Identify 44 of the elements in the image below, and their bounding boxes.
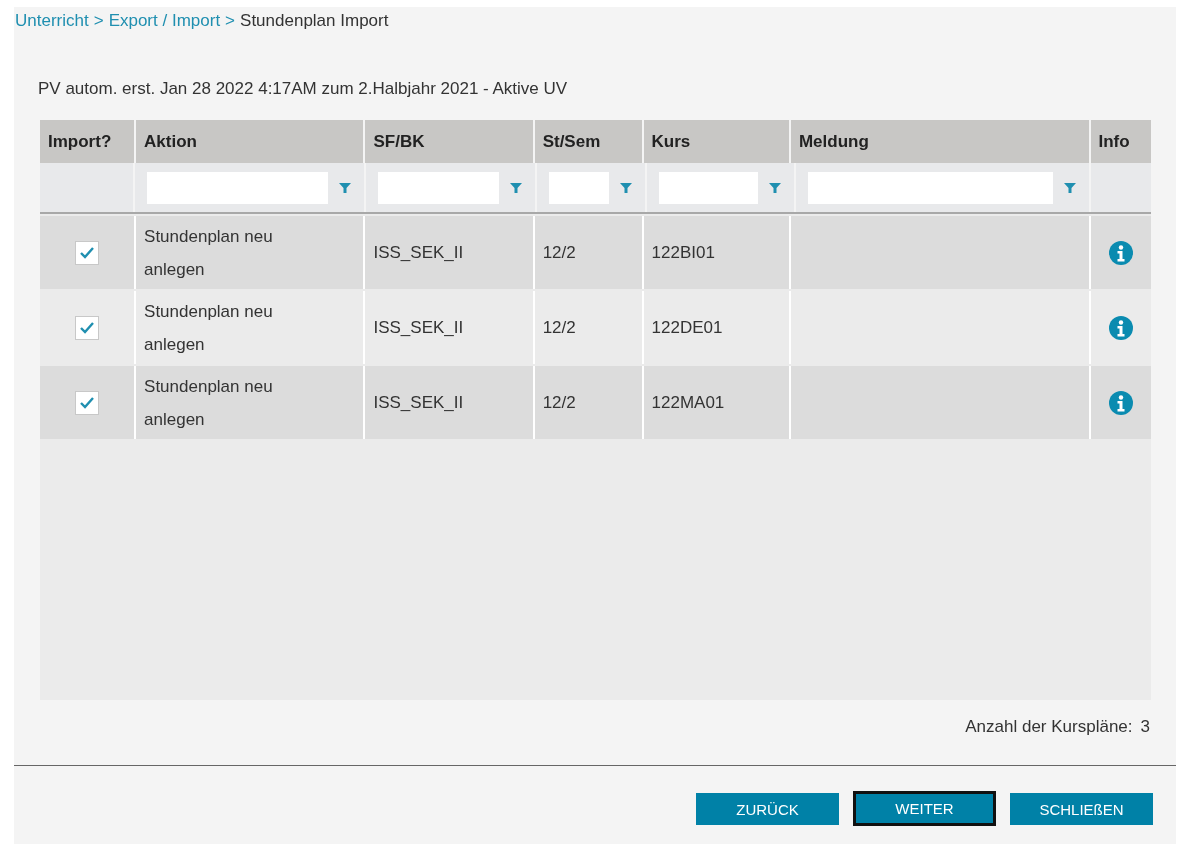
column-header: Kurs — [643, 120, 789, 163]
table-cell: ISS_SEK_II — [365, 366, 533, 439]
checkmark-icon — [79, 395, 95, 410]
table-cell: 122MA01 — [643, 366, 789, 439]
import-description: PV autom. erst. Jan 28 2022 4:17AM zum 2.Halbjahr 2021 - Aktive UV — [38, 79, 569, 99]
column-header: Import? — [40, 120, 135, 163]
table-cell: ISS_SEK_II — [365, 291, 533, 364]
table-cell: 122DE01 — [643, 291, 789, 364]
breadcrumb-link[interactable]: Unterricht — [15, 11, 89, 31]
breadcrumb-link[interactable]: Export / Import — [108, 11, 221, 31]
filter-icon[interactable] — [1063, 180, 1078, 195]
filter-icon[interactable] — [337, 180, 352, 195]
table-cell: 12/2 — [534, 366, 642, 439]
count-value: 3 — [1140, 717, 1150, 737]
checkbox[interactable] — [75, 240, 99, 265]
column-header: St/Sem — [534, 120, 642, 163]
action-button[interactable]: SCHLIEßEN — [1010, 793, 1153, 825]
checkmark-icon — [79, 320, 95, 335]
info-icon[interactable] — [1107, 314, 1134, 341]
action-button[interactable]: ZURÜCK — [696, 793, 839, 825]
filter-icon[interactable] — [618, 180, 633, 195]
column-header: Aktion — [136, 120, 364, 163]
table-cell-text: Stundenplan neu anlegen — [144, 375, 274, 431]
filter-icon[interactable] — [508, 180, 523, 195]
table-cell: 122BI01 — [643, 216, 789, 289]
breadcrumb-separator: > — [225, 11, 236, 31]
breadcrumb-separator: > — [93, 11, 104, 31]
count-label: Anzahl der Kurspläne: — [965, 717, 1133, 737]
checkbox[interactable] — [75, 315, 99, 340]
breadcrumb-current: Stundenplan Import — [240, 11, 389, 31]
info-icon[interactable] — [1107, 239, 1134, 266]
column-header: Meldung — [790, 120, 1089, 163]
checkbox[interactable] — [75, 390, 99, 415]
column-header: SF/BK — [365, 120, 533, 163]
column-header: Info — [1090, 120, 1151, 163]
table-cell-text: Stundenplan neu anlegen — [144, 300, 274, 356]
table-cell: ISS_SEK_II — [365, 216, 533, 289]
table-cell: 12/2 — [534, 291, 642, 364]
table-cell: 12/2 — [534, 216, 642, 289]
action-button[interactable]: WEITER — [853, 791, 996, 826]
info-icon[interactable] — [1107, 389, 1134, 416]
checkmark-icon — [79, 245, 95, 260]
table-cell-text: Stundenplan neu anlegen — [144, 225, 274, 281]
filter-icon[interactable] — [767, 180, 782, 195]
